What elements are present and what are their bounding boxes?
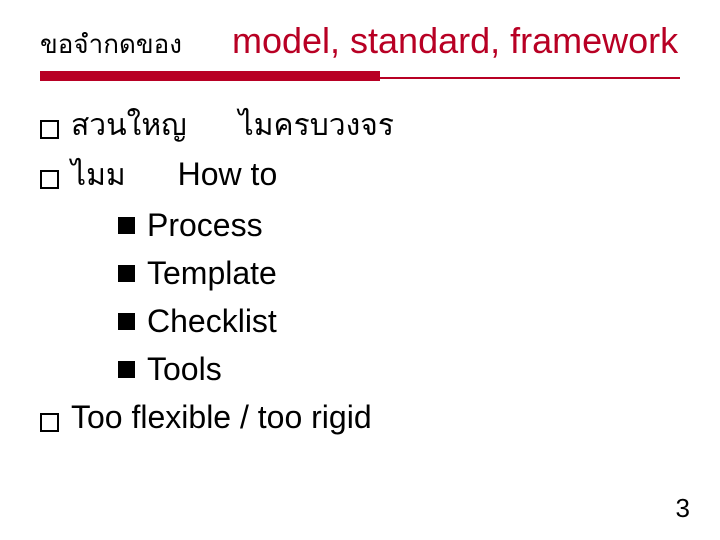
solid-square-icon [118, 361, 135, 378]
hollow-square-icon [40, 413, 59, 432]
bullet-1: สวนใหญ ไมครบวงจร [40, 103, 680, 150]
sub-bullet-2-text: Template [147, 249, 277, 297]
title-latin: model, standard, framework [232, 20, 678, 61]
bullet-3: Too flexible / too rigid [40, 393, 680, 443]
slide-body: สวนใหญ ไมครบวงจร ไมม How to Process Templa… [40, 103, 680, 443]
hollow-square-icon [40, 120, 59, 139]
bullet-2: ไมม How to [40, 150, 680, 200]
bullet-3-text: Too flexible / too rigid [71, 393, 372, 443]
sub-bullet-4-text: Tools [147, 345, 222, 393]
bullet-1-text-a: สวนใหญ [71, 109, 187, 142]
slide: ขอจำกดของ model, standard, framework สวน… [0, 0, 720, 443]
sub-bullet-3: Checklist [118, 297, 680, 345]
slide-title: ขอจำกดของ model, standard, framework [40, 18, 680, 63]
solid-square-icon [118, 313, 135, 330]
bullet-2-latin: How to [178, 156, 278, 192]
title-thai-prefix: ขอจำกดของ [40, 29, 182, 59]
solid-square-icon [118, 217, 135, 234]
bullet-1-text-b: ไมครบวงจร [239, 109, 394, 142]
title-underline [40, 71, 680, 85]
hollow-square-icon [40, 170, 59, 189]
sub-bullet-1: Process [118, 201, 680, 249]
sub-bullet-1-text: Process [147, 201, 263, 249]
sub-bullets: Process Template Checklist Tools [118, 201, 680, 393]
underline-thick [40, 71, 380, 81]
bullet-2-thai: ไมม [71, 159, 126, 192]
solid-square-icon [118, 265, 135, 282]
sub-bullet-2: Template [118, 249, 680, 297]
page-number: 3 [676, 493, 690, 524]
sub-bullet-4: Tools [118, 345, 680, 393]
sub-bullet-3-text: Checklist [147, 297, 277, 345]
